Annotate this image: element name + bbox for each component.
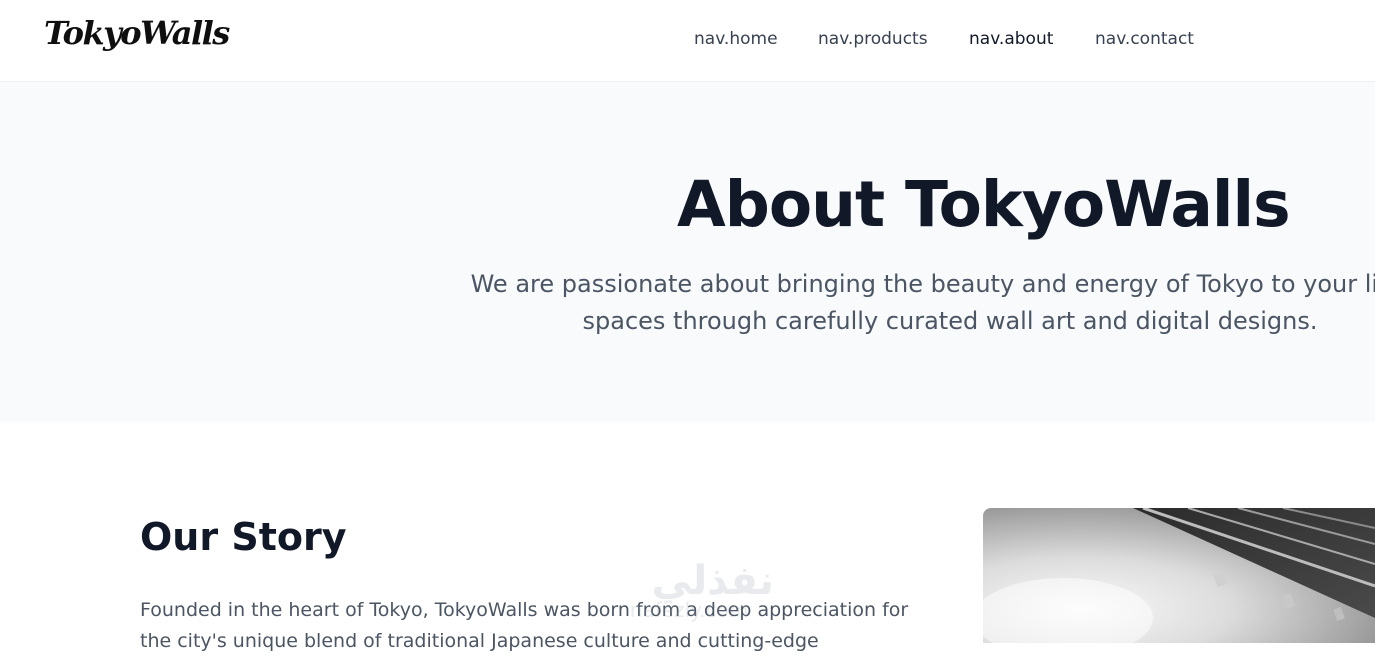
page-title: About TokyoWalls [677, 168, 1291, 241]
site-header: TokyoWalls nav.home nav.products nav.abo… [0, 0, 1375, 82]
nav-link-products[interactable]: nav.products [818, 29, 928, 49]
hero-section: About TokyoWalls We are passionate about… [0, 82, 1375, 422]
story-paragraph: Founded in the heart of Tokyo, TokyoWall… [140, 599, 909, 652]
nav-link-home[interactable]: nav.home [694, 29, 778, 49]
logo[interactable]: TokyoWalls [44, 14, 230, 52]
gallery-photo-icon [983, 508, 1375, 643]
story-photo [983, 508, 1375, 643]
hero-subtitle: We are passionate about bringing the bea… [470, 270, 1375, 335]
nav-link-about[interactable]: nav.about [969, 29, 1053, 49]
nav-link-contact[interactable]: nav.contact [1095, 29, 1194, 49]
story-heading: Our Story [140, 515, 347, 559]
